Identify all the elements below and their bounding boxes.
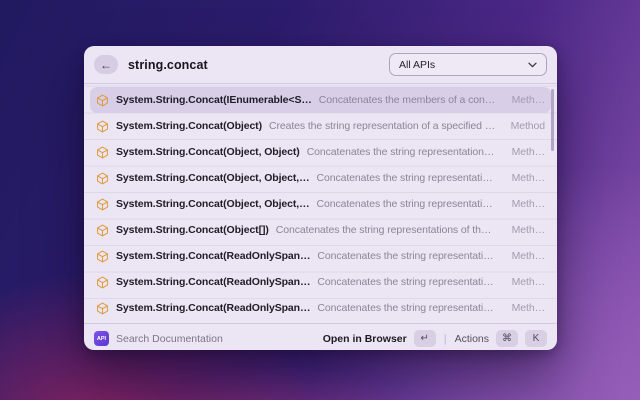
- method-cube-icon: [96, 146, 109, 159]
- extension-title: Search Documentation: [116, 332, 223, 345]
- result-type-badge: Meth…: [511, 198, 545, 210]
- result-type-badge: Meth…: [511, 146, 545, 158]
- result-description: Concatenates the string representations …: [317, 250, 497, 262]
- result-name: System.String.Concat(Object): [116, 120, 262, 132]
- result-name: System.String.Concat(Object[]): [116, 224, 269, 236]
- result-name: System.String.Concat(Object, Object,…: [116, 198, 310, 210]
- result-description: Creates the string representation of a s…: [268, 120, 496, 132]
- back-arrow-icon: ←: [100, 57, 112, 72]
- result-row[interactable]: System.String.Concat(ReadOnlySpan… Conca…: [90, 269, 551, 295]
- result-name: System.String.Concat(IEnumerable<S…: [116, 94, 312, 106]
- result-type-badge: Meth…: [511, 94, 545, 106]
- result-name: System.String.Concat(Object, Object,…: [116, 172, 310, 184]
- k-key-icon: K: [525, 330, 547, 347]
- method-cube-icon: [96, 120, 109, 133]
- action-bar: API Search Documentation Open in Browser…: [84, 323, 557, 353]
- result-type-badge: Method: [510, 120, 546, 132]
- method-cube-icon: [96, 250, 109, 263]
- result-name: System.String.Concat(ReadOnlySpan…: [116, 302, 311, 314]
- api-filter-value: All APIs: [399, 58, 436, 71]
- result-type-badge: Meth…: [511, 276, 545, 288]
- result-row[interactable]: System.String.Concat(Object, Object) Con…: [90, 139, 551, 165]
- result-row[interactable]: System.String.Concat(Object) Creates the…: [90, 113, 551, 139]
- method-cube-icon: [96, 198, 109, 211]
- result-row[interactable]: System.String.Concat(Object, Object,… Co…: [90, 191, 551, 217]
- result-description: Concatenates the string representations …: [306, 146, 497, 158]
- result-type-badge: Meth…: [511, 302, 545, 314]
- api-filter-dropdown[interactable]: All APIs: [389, 53, 547, 76]
- footer-divider: |: [443, 332, 447, 345]
- result-name: System.String.Concat(ReadOnlySpan…: [116, 276, 311, 288]
- result-name: System.String.Concat(Object, Object): [116, 146, 300, 158]
- result-description: Concatenates the string representations …: [317, 276, 497, 288]
- search-input[interactable]: string.concat: [128, 58, 208, 72]
- result-row[interactable]: System.String.Concat(Object, Object,… Co…: [90, 165, 551, 191]
- result-description: Concatenates the string representations …: [316, 172, 497, 184]
- result-row[interactable]: System.String.Concat(Object[]) Concatena…: [90, 217, 551, 243]
- result-type-badge: Meth…: [511, 250, 545, 262]
- method-cube-icon: [96, 172, 109, 185]
- command-key-icon: ⌘: [496, 330, 518, 347]
- result-description: Concatenates the string representations …: [316, 198, 497, 210]
- extension-icon: API: [94, 331, 109, 346]
- back-button[interactable]: ←: [94, 55, 118, 74]
- result-type-badge: Meth…: [511, 224, 545, 236]
- method-cube-icon: [96, 224, 109, 237]
- result-row[interactable]: System.String.Concat(ReadOnlySpan… Conca…: [90, 295, 551, 321]
- open-in-browser-button[interactable]: Open in Browser: [323, 333, 407, 345]
- result-type-badge: Meth…: [511, 172, 545, 184]
- return-key-icon: ↵: [413, 330, 436, 347]
- scrollbar-thumb[interactable]: [551, 89, 554, 151]
- method-cube-icon: [96, 94, 109, 107]
- results-list: System.String.Concat(IEnumerable<S… Conc…: [84, 84, 557, 323]
- result-description: Concatenates the string representations …: [275, 224, 497, 236]
- chevron-down-icon: [528, 62, 537, 68]
- actions-button[interactable]: Actions: [455, 333, 489, 345]
- result-row[interactable]: System.String.Concat(IEnumerable<S… Conc…: [90, 87, 551, 113]
- search-window: ← string.concat All APIs System.String.C…: [84, 46, 557, 350]
- result-row[interactable]: System.String.Concat(ReadOnlySpan… Conca…: [90, 243, 551, 269]
- result-description: Concatenates the members of a constructe…: [318, 94, 497, 106]
- method-cube-icon: [96, 302, 109, 315]
- method-cube-icon: [96, 276, 109, 289]
- result-name: System.String.Concat(ReadOnlySpan…: [116, 250, 311, 262]
- search-header: ← string.concat All APIs: [84, 46, 557, 84]
- result-description: Concatenates the string representations …: [317, 302, 497, 314]
